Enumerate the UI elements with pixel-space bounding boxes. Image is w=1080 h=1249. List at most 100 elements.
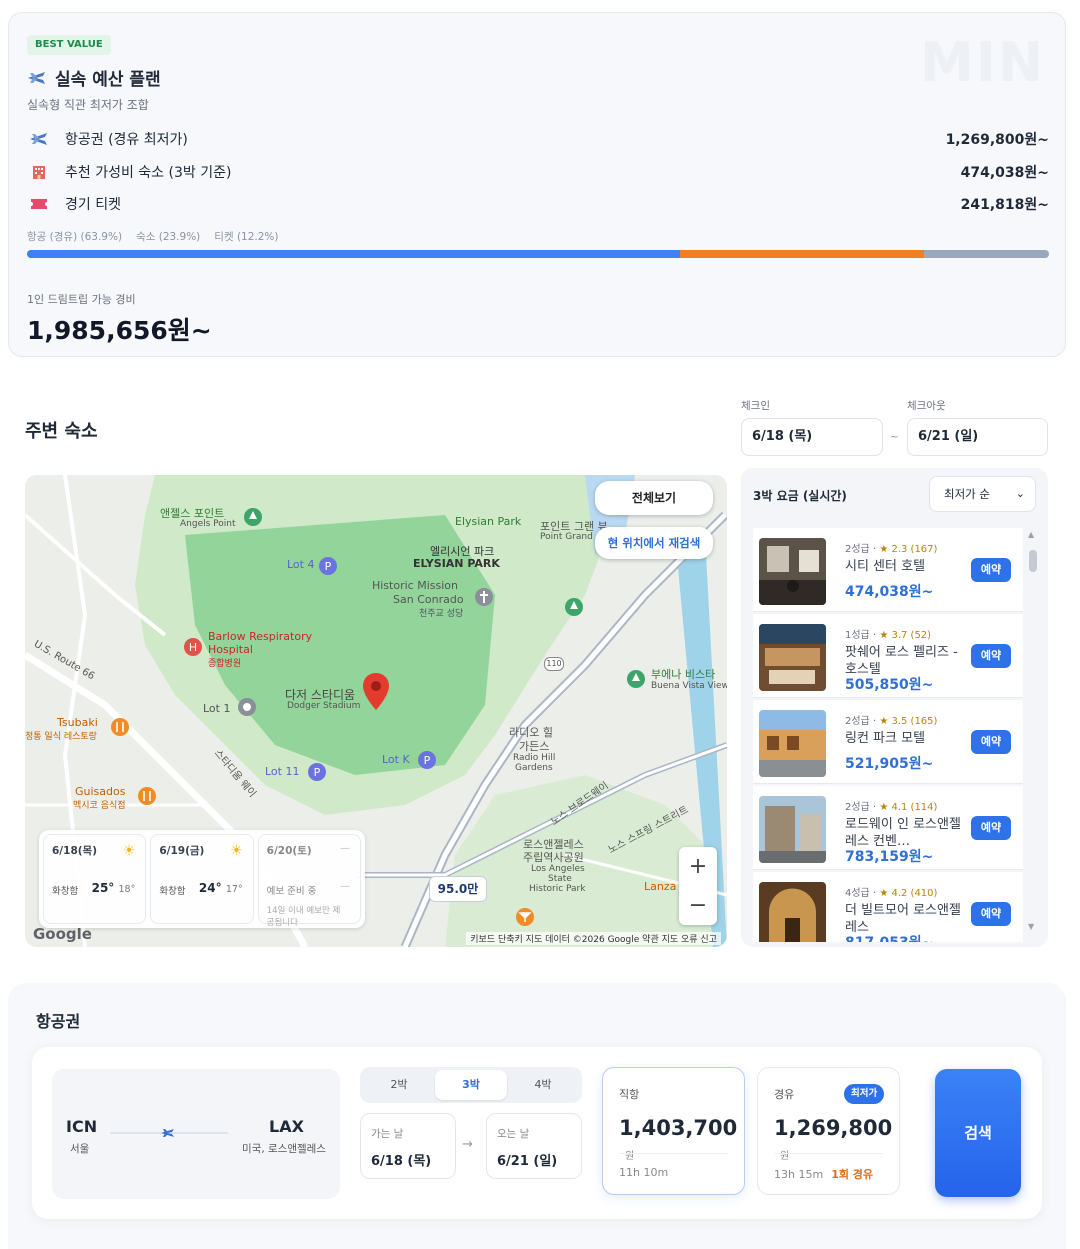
- return-date-label: 오는 날: [497, 1128, 530, 1140]
- layover-details: 13h 15m 1회 경유: [774, 1166, 873, 1182]
- flight-cost-row: 항공권 (경유 최저가) 1,269,800원~: [27, 127, 1049, 151]
- hotel-grade: 2성급 ·: [845, 716, 877, 727]
- checkout-label: 체크아웃: [907, 400, 946, 412]
- scroll-up-icon[interactable]: ▲: [1028, 530, 1034, 539]
- map-label-san-conrado: San Conrado: [393, 593, 464, 606]
- hotel-list-item[interactable]: 2성급 · ★ 2.3 (167) 시티 센터 호텔 474,038원~ 예약: [753, 528, 1023, 612]
- destination-code: LAX: [269, 1117, 304, 1136]
- book-button[interactable]: 예약: [971, 730, 1011, 754]
- book-button[interactable]: 예약: [971, 902, 1011, 926]
- divider: [774, 1153, 883, 1154]
- layover-flight-option[interactable]: 경유 최저가 1,269,800원 13h 15m 1회 경유: [757, 1067, 900, 1195]
- total-cost: 1,985,656원~: [27, 316, 212, 345]
- park-icon[interactable]: [564, 597, 584, 617]
- hospital-icon[interactable]: H: [183, 637, 203, 657]
- checkin-label: 체크인: [741, 400, 770, 412]
- total-label: 1인 드림트립 가능 경비: [27, 293, 136, 306]
- book-button[interactable]: 예약: [971, 816, 1011, 840]
- scrollbar-thumb[interactable]: [1029, 550, 1037, 572]
- checkin-date-input[interactable]: 6/18 (목): [741, 418, 883, 456]
- nights-option-3[interactable]: 3박: [435, 1070, 507, 1100]
- hotel-list-item[interactable]: 2성급 · ★ 3.5 (165) 링컨 파크 모텔 521,905원~ 예약: [753, 700, 1023, 784]
- map-attribution[interactable]: 키보드 단축키 지도 데이터 ©2026 Google 약관 지도 오류 신고: [466, 932, 721, 945]
- parking-icon[interactable]: P: [318, 556, 338, 576]
- map-label-radio-hill-en: Radio Hill: [513, 753, 556, 763]
- map-label-lot-4: Lot 4: [287, 558, 315, 571]
- restaurant-icon[interactable]: [137, 786, 157, 806]
- book-button[interactable]: 예약: [971, 644, 1011, 668]
- hotel-list-header: 3박 요금 (실시간): [753, 489, 847, 503]
- parking-lot-icon[interactable]: [237, 697, 257, 717]
- scroll-down-icon[interactable]: ▼: [1028, 922, 1034, 931]
- map-label-historic-park-en: Historic Park: [529, 884, 586, 894]
- book-button[interactable]: 예약: [971, 558, 1011, 582]
- hotel-list-scrollbar[interactable]: ▲ ▼: [1028, 530, 1037, 931]
- flight-section-title: 항공권: [36, 1012, 81, 1031]
- hotel-icon: [27, 163, 51, 181]
- zoom-in-button[interactable]: +: [679, 847, 717, 886]
- hotel-meta: 2성급 · ★ 2.3 (167): [845, 540, 937, 555]
- hotel-rating: ★ 3.5 (165): [879, 716, 938, 727]
- departure-date-label: 가는 날: [371, 1128, 404, 1140]
- weather-note: 14일 이내 예보만 제공됩니다: [266, 906, 341, 928]
- hotel-grade: 2성급 ·: [845, 544, 877, 555]
- cost-share-bar: [27, 250, 1049, 258]
- ticket-cost-row: 경기 티켓 241,818원~: [27, 192, 1049, 216]
- hotel-grade: 2성급 ·: [845, 802, 877, 813]
- map-label-general-hospital: 종합병원: [208, 659, 242, 669]
- parking-icon[interactable]: P: [417, 750, 437, 770]
- map-label-la-en: Los Angeles: [531, 864, 585, 874]
- nights-option-4[interactable]: 4박: [507, 1070, 579, 1100]
- research-here-button[interactable]: 현 위치에서 재검색: [595, 527, 713, 559]
- map-label-elysian-park-caps: ELYSIAN PARK: [413, 557, 500, 570]
- map-label-lanza: Lanza: [644, 880, 677, 893]
- airplane-icon: [161, 1129, 174, 1137]
- checkout-date-input[interactable]: 6/21 (일): [907, 418, 1048, 456]
- hotel-list-item[interactable]: 1성급 · ★ 3.7 (52) 팟쉐어 로스 펠리즈 - 호스텔 505,85…: [753, 614, 1023, 698]
- hotel-price: 505,850원~: [845, 677, 934, 693]
- hotel-price-pin[interactable]: 95.0만: [429, 876, 487, 902]
- park-icon[interactable]: [243, 507, 263, 527]
- airplane-icon: [28, 71, 45, 84]
- hotel-list-item[interactable]: 2성급 · ★ 4.1 (114) 로드웨이 인 로스앤젤레스 컨벤… 783,…: [753, 786, 1023, 870]
- departure-date-field[interactable]: 가는 날 6/18 (목): [360, 1113, 456, 1179]
- svg-text:P: P: [424, 754, 431, 767]
- church-icon[interactable]: [474, 587, 494, 607]
- cost-share-ticket-segment: [924, 250, 1049, 258]
- plan-title: 실속 예산 플랜: [27, 65, 161, 90]
- arrow-right-icon: →: [462, 1137, 473, 1152]
- direct-flight-option[interactable]: 직항 1,403,700원 11h 10m: [602, 1067, 745, 1195]
- return-date-field[interactable]: 오는 날 6/21 (일): [486, 1113, 582, 1179]
- date-range-separator: ~: [890, 431, 899, 443]
- weather-temp-placeholder: —: [339, 881, 350, 892]
- zoom-out-button[interactable]: −: [679, 886, 717, 925]
- parking-icon[interactable]: P: [307, 762, 327, 782]
- view-all-button[interactable]: 전체보기: [595, 481, 713, 515]
- map-label-elysian-park-en: Elysian Park: [455, 515, 522, 528]
- budget-plan-card: BEST VALUE MIN 실속 예산 플랜 실속형 직관 최저가 조합 항공…: [8, 12, 1066, 357]
- hotel-list[interactable]: 2성급 · ★ 2.3 (167) 시티 센터 호텔 474,038원~ 예약 …: [753, 528, 1023, 942]
- hotel-thumbnail: [759, 538, 826, 605]
- svg-text:P: P: [314, 766, 321, 779]
- cost-share-hotel-segment: [680, 250, 925, 258]
- map-label-dodger-stadium-en: Dodger Stadium: [287, 701, 361, 711]
- map-view[interactable]: 앤젤스 포인트 Angels Point Elysian Park 엘리시언 파…: [25, 475, 727, 947]
- nights-option-2[interactable]: 2박: [363, 1070, 435, 1100]
- bar-icon[interactable]: [515, 907, 535, 927]
- map-label-gardens-en: Gardens: [515, 763, 553, 773]
- sort-select[interactable]: 최저가 순 ⌄: [929, 476, 1036, 512]
- stadium-location-pin[interactable]: [362, 673, 390, 711]
- weather-day-card: 6/18(목) ☀ 화창함 25° 18°: [43, 834, 147, 924]
- park-icon[interactable]: [626, 669, 646, 689]
- hotel-meta: 2성급 · ★ 4.1 (114): [845, 798, 937, 813]
- best-value-badge: BEST VALUE: [27, 35, 111, 55]
- hotel-meta: 1성급 · ★ 3.7 (52): [845, 626, 931, 641]
- map-label-lot-1: Lot 1: [203, 702, 231, 715]
- hotel-list-item[interactable]: 4성급 · ★ 4.2 (410) 더 빌트모어 로스앤젤레스 817,053원…: [753, 872, 1023, 942]
- hotel-meta: 4성급 · ★ 4.2 (410): [845, 884, 937, 899]
- restaurant-icon[interactable]: [110, 717, 130, 737]
- nights-selector: 2박 3박 4박: [360, 1067, 582, 1103]
- hotel-thumbnail: [759, 796, 826, 863]
- ticket-cost-label: 경기 티켓: [65, 197, 121, 213]
- search-button[interactable]: 검색: [935, 1069, 1021, 1197]
